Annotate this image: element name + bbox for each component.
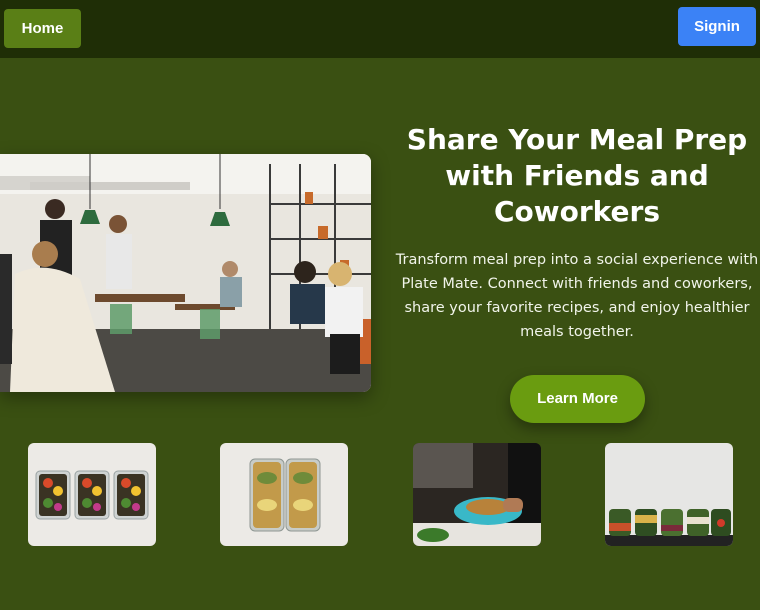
meal-prep-thumbnail-2 <box>220 443 348 546</box>
hero-title: Share Your Meal Prep with Friends and Co… <box>406 123 748 228</box>
signin-button[interactable]: Signin <box>678 7 756 46</box>
meal-prep-thumbnail-4 <box>605 443 733 546</box>
meal-prep-thumbnail-1 <box>28 443 156 546</box>
hero-description: Transform meal prep into a social experi… <box>395 252 759 340</box>
home-button[interactable]: Home <box>4 9 81 48</box>
top-navigation-bar: Home Signin <box>0 0 760 58</box>
learn-more-button[interactable]: Learn More <box>510 375 645 423</box>
meal-prep-thumbnail-3 <box>413 443 541 546</box>
cafe-photo <box>0 154 371 392</box>
